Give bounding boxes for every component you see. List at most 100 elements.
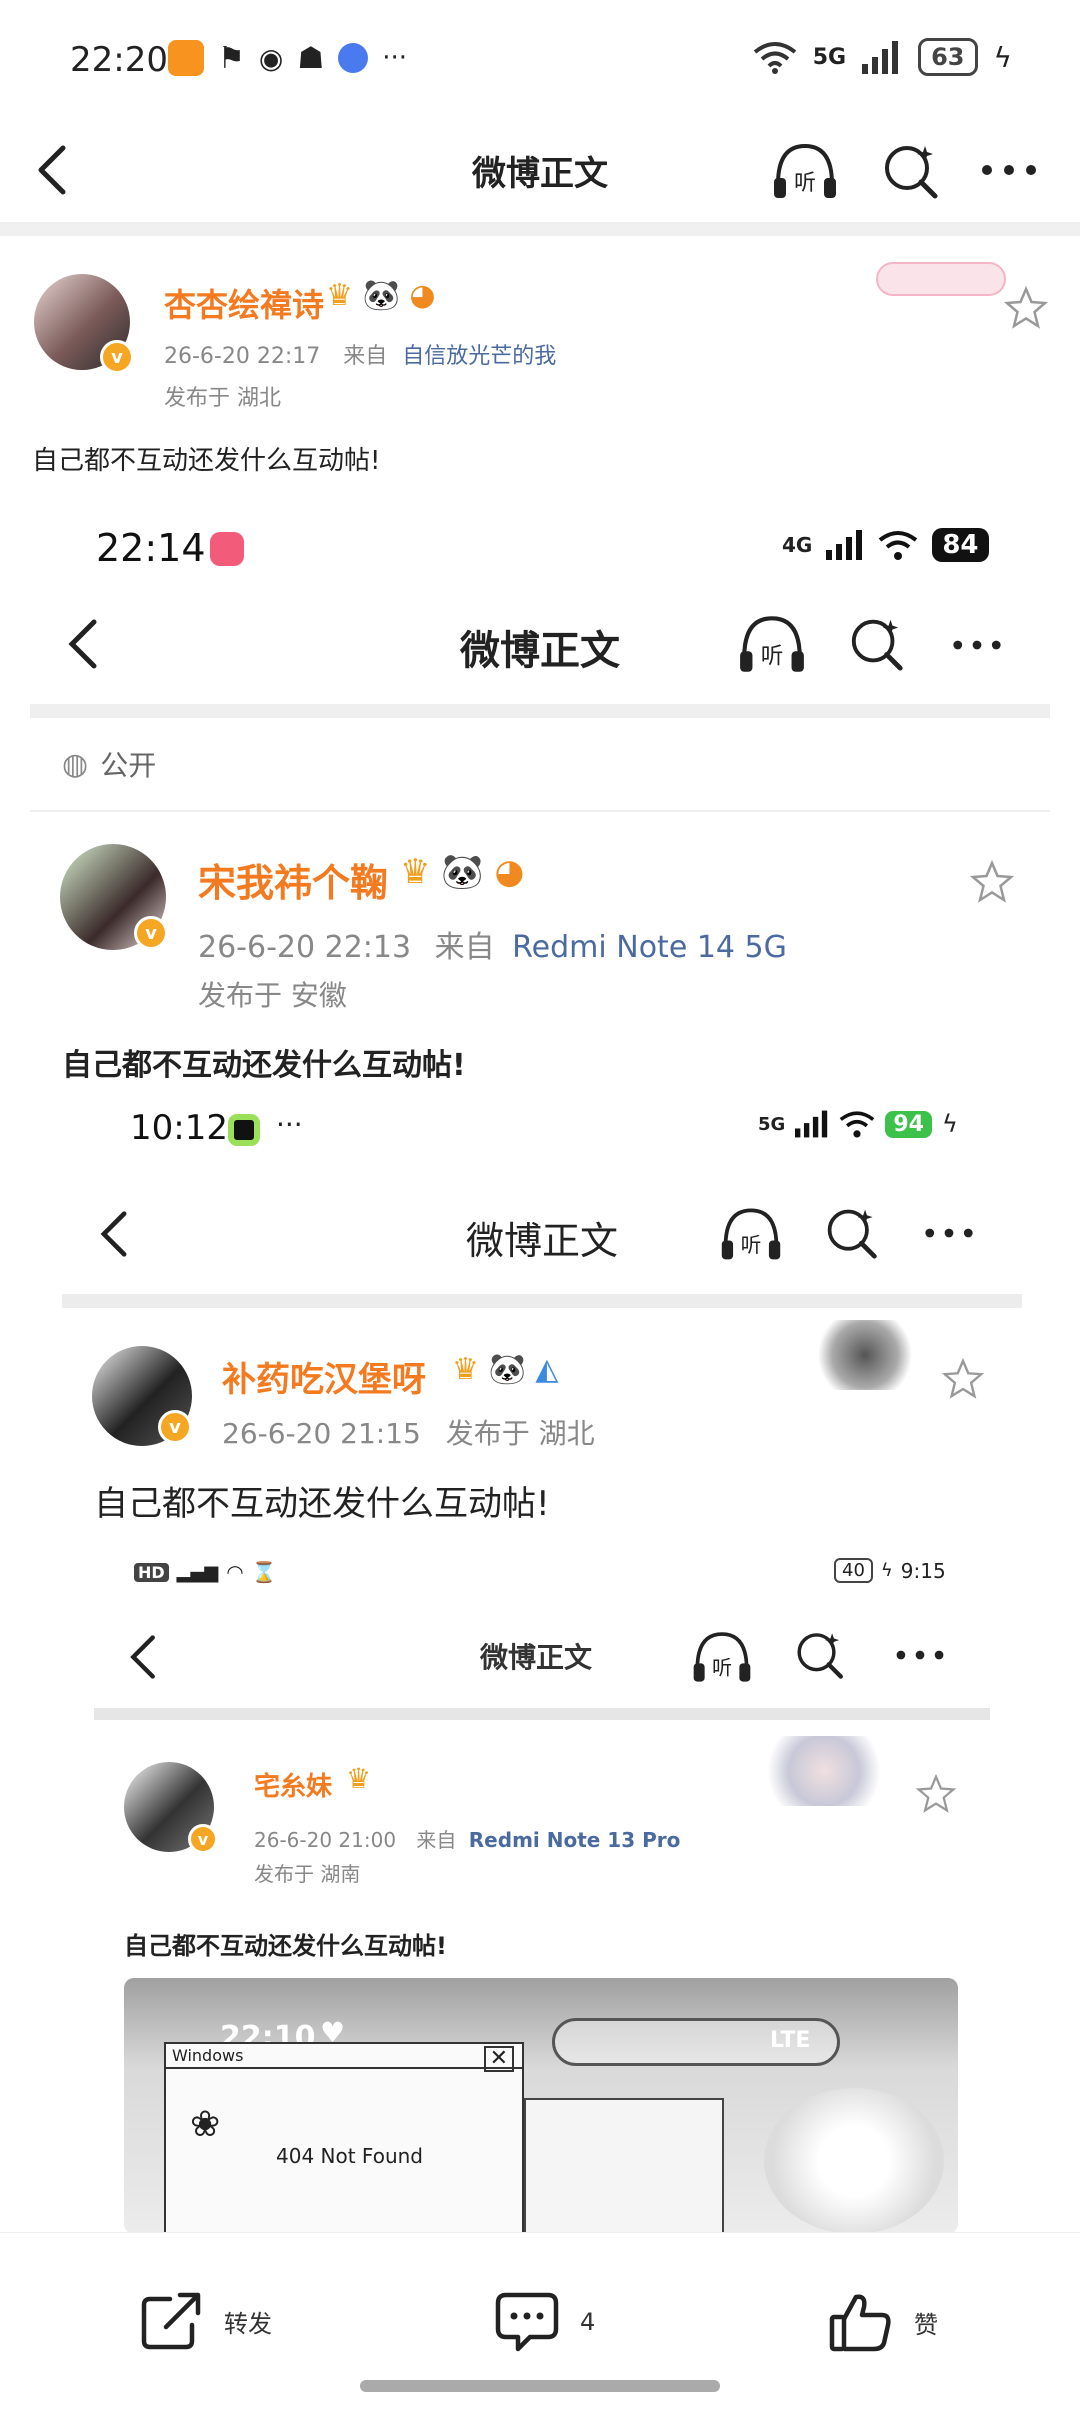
navigation-bar: 微博正文 听 — [0, 120, 1080, 220]
nested2-date: 26-6-20 21:15 — [222, 1417, 421, 1450]
nested3-status-time: 9:15 — [900, 1558, 946, 1583]
more-button[interactable] — [974, 135, 1044, 205]
nested2-location: 发布于 湖北 — [445, 1417, 595, 1450]
favorite-star-button[interactable] — [1003, 285, 1049, 334]
nested1-text: 自己都不互动还发什么互动帖! — [62, 1048, 466, 1083]
nested2-text: 自己都不互动还发什么互动帖! — [94, 1484, 550, 1524]
nested2-battery: 94 — [885, 1110, 932, 1138]
nested3-more-icon — [896, 1650, 944, 1660]
nested1-visibility: 公开 — [100, 749, 157, 782]
nested3-wifi-icon: ◠ — [226, 1560, 244, 1584]
nested1-signal-label: 4G — [782, 533, 813, 557]
nested2-charging-icon: ϟ — [941, 1110, 958, 1138]
nested4-side-window — [524, 2098, 724, 2234]
nested3-text: 自己都不互动还发什么互动帖! — [124, 1932, 447, 1960]
nested1-badges: ♛ 🐼 ◕ — [400, 852, 524, 892]
nested1-battery: 84 — [932, 528, 989, 562]
more-dots-icon: ··· — [382, 43, 408, 73]
nested3-hd-label: HD — [134, 1562, 169, 1582]
post-source[interactable]: 自信放光芒的我 — [402, 344, 556, 369]
like-button[interactable]: 赞 — [828, 2291, 938, 2353]
nested1-meta: 26-6-20 22:13 来自 Redmi Note 14 5G — [198, 922, 787, 966]
nested1-date: 26-6-20 22:13 — [198, 930, 412, 965]
listen-button[interactable]: 听 — [770, 135, 840, 205]
user-badges: ♛ 🐼 ◕ — [326, 278, 436, 313]
nested1-status-right: 4G 84 — [782, 528, 989, 562]
nested4-lte-label: LTE — [770, 2028, 811, 2053]
verified-badge: v — [100, 340, 134, 374]
nested3-status-right: 40 ϟ 9:15 — [834, 1558, 946, 1583]
nested2-signal-label: 5G — [758, 1113, 786, 1135]
nested4-paw-icon: ❀ — [190, 2104, 221, 2145]
nested3-charging-icon: ϟ — [880, 1560, 893, 1581]
weibo-icon: ◉ — [258, 41, 284, 75]
more-icon — [982, 165, 1036, 175]
nested1-username: 宋我祎个鞠 — [198, 861, 389, 905]
nested3-from-label: 来自 — [416, 1828, 457, 1852]
nested3-meta: 26-6-20 21:00 来自 Redmi Note 13 Pro — [254, 1824, 680, 1853]
nested1-star-icon — [970, 860, 1014, 903]
notification-icons: ⚑ ◉ ☗ ··· — [168, 40, 407, 76]
crown-badge-icon: ♛ — [452, 1352, 479, 1387]
nested2-star-icon — [942, 1358, 984, 1399]
nested1-verified-badge: v — [134, 916, 168, 950]
nested3-search-icon — [797, 1633, 843, 1679]
status-bar: 22:20 ⚑ ◉ ☗ ··· 5G 63 ϟ — [0, 0, 1080, 120]
nested2-username: 补药吃汉堡呀 — [222, 1360, 426, 1400]
browser-icon — [338, 43, 369, 73]
nested2-wifi-icon — [840, 1111, 875, 1138]
nested1-headphones-icon: 听 — [740, 616, 804, 672]
nested2-more-dots-icon: ··· — [276, 1108, 303, 1141]
nested2-divider — [62, 1294, 1022, 1308]
nested3-battery: 40 — [834, 1558, 873, 1583]
svg-text:听: 听 — [712, 1655, 732, 1679]
thumbs-up-icon — [829, 2294, 891, 2352]
nested2-decoration-sticker — [810, 1320, 920, 1390]
nested3-signal-icon: ▂▄▆ — [176, 1561, 219, 1583]
back-arrow-icon — [38, 145, 66, 195]
heart-app-icon — [168, 40, 204, 76]
post-date: 26-6-20 22:17 — [164, 344, 321, 369]
battery-indicator: 63 — [918, 38, 978, 76]
nested1-visibility-row: ◍ 公开 — [62, 744, 156, 784]
nested2-status-time: 10:12 — [130, 1108, 228, 1148]
home-indicator[interactable] — [360, 2380, 720, 2392]
back-button[interactable] — [18, 135, 88, 205]
comment-button[interactable]: 4 — [494, 2291, 595, 2353]
nested4-error-text: 404 Not Found — [276, 2144, 424, 2168]
search-button[interactable] — [876, 135, 946, 205]
repost-label: 转发 — [224, 2309, 272, 2338]
svg-text:听: 听 — [794, 171, 816, 196]
repost-icon — [141, 2292, 201, 2350]
wave-badge-icon: ◭ — [535, 1352, 559, 1387]
nested1-signal-icon — [826, 530, 863, 560]
nested1-divider-line — [30, 810, 1050, 812]
post-image[interactable]: 22:10 ♥ LTE Windows ✕ ❀ 404 Not Found — [124, 1978, 958, 2234]
fish-badge-icon: ◕ — [409, 278, 436, 313]
post-meta: 26-6-20 22:17 来自 自信放光芒的我 — [164, 338, 556, 370]
post-username[interactable]: 杏杏绘禕诗 — [164, 280, 324, 326]
nested2-badges: ♛ 🐼 ◭ — [452, 1352, 558, 1387]
panda-badge-icon: 🐼 — [362, 278, 400, 313]
nested2-verified-badge: v — [158, 1410, 192, 1444]
flag-icon: ⚑ — [218, 40, 245, 76]
nested3-location: 发布于 湖南 — [254, 1862, 361, 1886]
post-from-label: 来自 — [343, 344, 388, 369]
nested1-source: Redmi Note 14 5G — [512, 930, 787, 965]
crown-badge-icon: ♛ — [400, 852, 431, 892]
repost-button[interactable]: 转发 — [140, 2291, 272, 2351]
nested4-close-icon: ✕ — [483, 2046, 514, 2072]
nested3-source: Redmi Note 13 Pro — [468, 1828, 681, 1852]
nested3-back-icon — [130, 1635, 155, 1679]
nested1-location: 发布于 安徽 — [198, 979, 347, 1012]
nested3-nav-title: 微博正文 — [480, 1641, 593, 1674]
fish-badge-icon: ◕ — [494, 852, 525, 892]
panda-badge-icon: 🐼 — [441, 852, 484, 892]
nested3-headphones-icon: 听 — [693, 1632, 751, 1682]
nested2-meta: 26-6-20 21:15 发布于 湖北 — [222, 1412, 595, 1452]
nested1-search-icon — [851, 619, 903, 671]
svg-text:听: 听 — [761, 644, 784, 670]
qq-icon: ☗ — [297, 40, 325, 76]
status-time: 22:20 — [70, 40, 168, 80]
nested4-sheep-sticker — [764, 2088, 944, 2234]
